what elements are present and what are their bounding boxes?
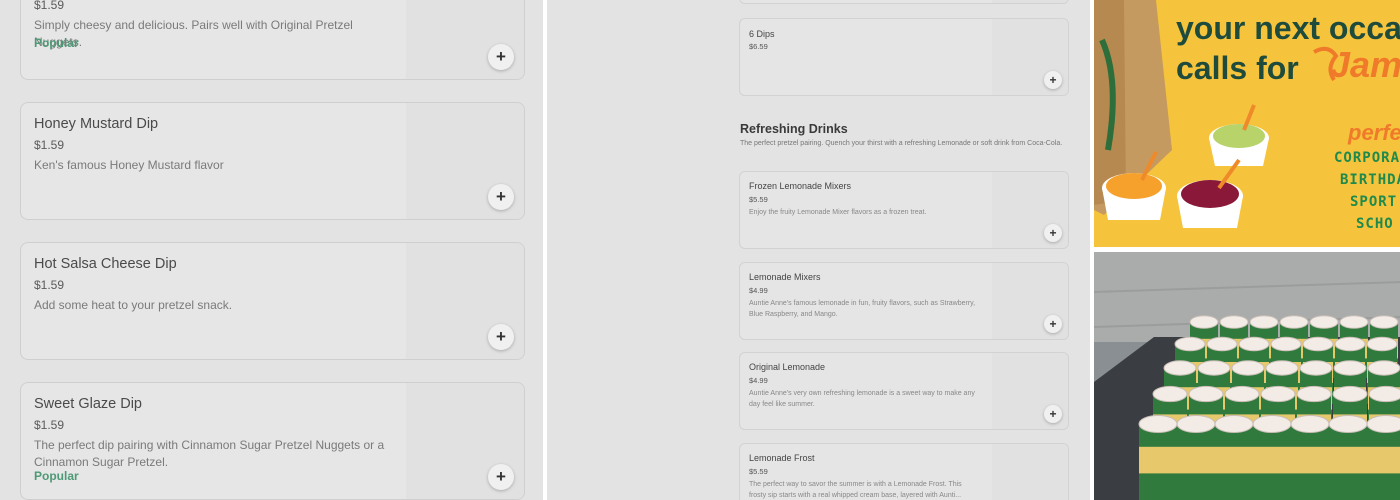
add-item-button[interactable]: +: [1044, 405, 1062, 423]
jamba-ad-banner[interactable]: your next occa calls for Jamba perfe COR…: [1094, 0, 1400, 247]
add-item-button[interactable]: +: [488, 184, 514, 210]
smoothie-cup-icon: [1290, 414, 1330, 500]
promo-panel: your next occa calls for Jamba perfe COR…: [1094, 0, 1400, 500]
item-price: $5.59: [749, 467, 768, 476]
item-name: Original Lemonade: [749, 362, 826, 372]
item-price: $6.59: [749, 42, 768, 51]
item-name: Lemonade Mixers: [749, 272, 821, 282]
add-item-button[interactable]: +: [1044, 315, 1062, 333]
menu-item-card[interactable]: Frozen Lemonade Mixers $5.59 Enjoy the f…: [739, 171, 1069, 249]
item-price: $1.59: [34, 278, 65, 292]
smoothie-cup-icon: [1209, 104, 1269, 166]
ad-list-item: CORPORAT: [1334, 150, 1400, 166]
item-price: $4.99: [749, 376, 768, 385]
ad-subheadline: perfe: [1348, 120, 1400, 145]
item-description: Auntie Anne's famous lemonade in fun, fr…: [749, 300, 976, 318]
item-price: $1.59: [34, 0, 65, 12]
menu-panel-drinks: 6 Dips $6.59 + Refreshing Drinks The per…: [547, 0, 1090, 500]
section-description: The perfect pretzel pairing. Quench your…: [740, 140, 1063, 147]
smoothie-cup-icon: [1328, 414, 1368, 500]
item-description: The perfect way to savor the summer is w…: [749, 481, 962, 499]
item-name: 6 Dips: [749, 29, 775, 39]
ad-list-item: BIRTHDA: [1340, 172, 1400, 188]
add-item-button[interactable]: +: [488, 464, 514, 490]
smoothie-cup-icon: [1366, 414, 1400, 500]
item-name: Hot Salsa Cheese Dip: [34, 256, 177, 272]
smoothie-cup-icon: [1214, 414, 1254, 500]
jamba-logo: Jamba: [1330, 44, 1400, 85]
item-price: $5.59: [749, 195, 768, 204]
item-name: Lemonade Frost: [749, 453, 815, 463]
smoothie-cups-photo[interactable]: [1094, 252, 1400, 500]
ad-list-item: SCHO: [1356, 216, 1394, 232]
item-name: Frozen Lemonade Mixers: [749, 181, 852, 191]
item-image-area: [992, 444, 1068, 500]
add-item-button[interactable]: +: [488, 44, 514, 70]
item-image-area: [992, 0, 1068, 3]
menu-item-card-partial[interactable]: [739, 0, 1069, 4]
ad-headline: your next occa: [1176, 10, 1400, 46]
menu-item-card[interactable]: $1.59 Simply cheesy and delicious. Pairs…: [20, 0, 525, 80]
add-item-button[interactable]: +: [488, 324, 514, 350]
popular-badge: Popular: [34, 36, 79, 50]
section-title: Refreshing Drinks: [740, 122, 848, 136]
item-price: $4.99: [749, 286, 768, 295]
add-item-button[interactable]: +: [1044, 224, 1062, 242]
item-description: The perfect dip pairing with Cinnamon Su…: [34, 438, 385, 469]
item-description: Enjoy the fruity Lemonade Mixer flavors …: [749, 209, 927, 216]
cups-tray-illustration: [1094, 252, 1400, 500]
item-description: Auntie Anne's very own refreshing lemona…: [749, 390, 975, 408]
smoothie-cup-icon: [1138, 414, 1178, 500]
menu-item-card[interactable]: Honey Mustard Dip $1.59 Ken's famous Hon…: [20, 102, 525, 220]
add-item-button[interactable]: +: [1044, 71, 1062, 89]
menu-panel-dips: $1.59 Simply cheesy and delicious. Pairs…: [0, 0, 543, 500]
smoothie-cup-icon: [1177, 158, 1243, 228]
menu-item-card[interactable]: Hot Salsa Cheese Dip $1.59 Add some heat…: [20, 242, 525, 360]
menu-item-card[interactable]: Sweet Glaze Dip $1.59 The perfect dip pa…: [20, 382, 525, 500]
menu-item-card[interactable]: Lemonade Frost $5.59 The perfect way to …: [739, 443, 1069, 500]
smoothie-cup-icon: [1252, 414, 1292, 500]
menu-item-card[interactable]: 6 Dips $6.59 +: [739, 18, 1069, 96]
popular-badge: Popular: [34, 469, 79, 483]
item-description: Add some heat to your pretzel snack.: [34, 298, 233, 312]
item-price: $1.59: [34, 418, 65, 432]
item-description: Ken's famous Honey Mustard flavor: [34, 158, 224, 172]
menu-item-card[interactable]: Lemonade Mixers $4.99 Auntie Anne's famo…: [739, 262, 1069, 340]
ad-list-item: SPORT: [1350, 194, 1398, 210]
item-name: Sweet Glaze Dip: [34, 396, 142, 412]
ad-headline: calls for: [1176, 50, 1299, 86]
menu-item-card[interactable]: Original Lemonade $4.99 Auntie Anne's ve…: [739, 352, 1069, 430]
item-description: Simply cheesy and delicious. Pairs well …: [34, 18, 353, 49]
smoothie-cup-icon: [1176, 414, 1216, 500]
item-name: Honey Mustard Dip: [34, 116, 159, 132]
item-price: $1.59: [34, 138, 65, 152]
